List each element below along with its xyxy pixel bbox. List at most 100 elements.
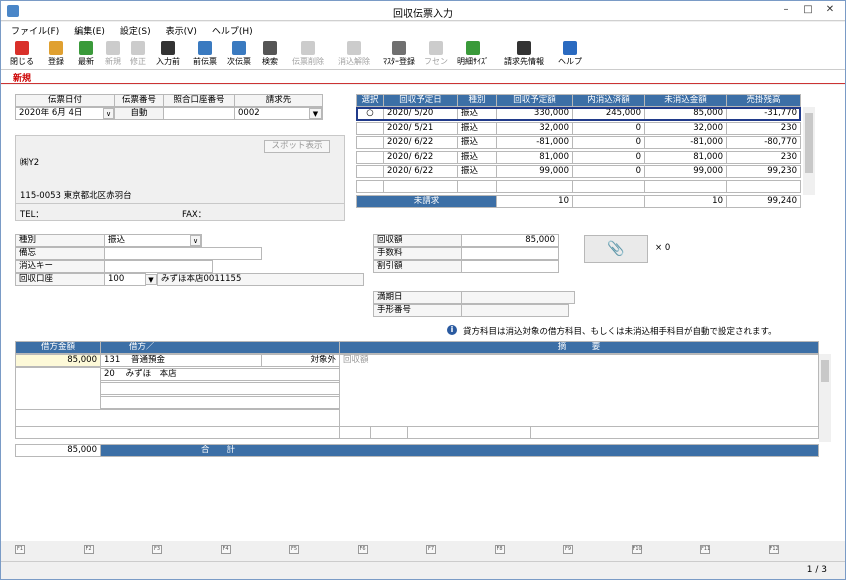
grid-cell[interactable]: 230: [726, 150, 801, 164]
journal-amount-input[interactable]: 85,000: [15, 354, 101, 367]
toolbar-button-4[interactable]: 修正: [127, 40, 149, 68]
toolbar-button-11[interactable]: ﾏｽﾀｰ登録: [377, 40, 421, 68]
fkey-f5[interactable]: F5: [289, 545, 299, 554]
journal-row-3[interactable]: [100, 382, 340, 395]
grid-cell[interactable]: 32,000: [496, 121, 573, 135]
grid-cell[interactable]: 245,000: [572, 107, 645, 120]
close-window-icon[interactable]: ✕: [823, 4, 837, 16]
menu-help[interactable]: ヘルプ(H): [202, 22, 258, 37]
journal-scrollbar[interactable]: [819, 354, 831, 442]
toolbar-button-3[interactable]: 新規: [102, 40, 124, 68]
grid-cell[interactable]: 振込: [457, 165, 497, 178]
grid-scrollbar[interactable]: [803, 107, 815, 195]
journal-debit-code[interactable]: 131 普通預金: [100, 354, 262, 367]
fkey-f8[interactable]: F8: [494, 545, 505, 554]
toolbar-button-1[interactable]: 登録: [43, 40, 69, 68]
maximize-icon[interactable]: □: [801, 4, 815, 16]
fkey-f9[interactable]: F9: [563, 545, 573, 554]
journal-summary-input[interactable]: 回収額: [339, 354, 819, 427]
account-code-input[interactable]: 100: [104, 273, 146, 286]
grid-cell[interactable]: 0: [572, 150, 645, 164]
toolbar-button-12[interactable]: フセン: [423, 40, 449, 68]
grid-cell[interactable]: 85,000: [644, 107, 727, 120]
grid-cell[interactable]: 32,000: [644, 121, 727, 135]
grid-cell[interactable]: 振込: [457, 150, 497, 164]
menu-file[interactable]: ファイル(F): [1, 22, 64, 37]
toolbar-button-10[interactable]: 消込解除: [334, 40, 374, 68]
grid-cell[interactable]: 330,000: [496, 107, 573, 120]
fkey-f3[interactable]: F3: [152, 545, 162, 554]
grid-cell[interactable]: 0: [572, 165, 645, 178]
grid-cell[interactable]: 230: [726, 121, 801, 135]
journal-subaccount[interactable]: 20 みずほ 本店: [100, 368, 340, 381]
fkey-f11[interactable]: F11: [700, 545, 710, 554]
account-no-input[interactable]: [163, 107, 235, 120]
account-lookup-icon[interactable]: ▼: [145, 274, 157, 285]
minimize-icon[interactable]: –: [779, 4, 793, 16]
menu-view[interactable]: 表示(V): [156, 22, 202, 37]
spot-display-button[interactable]: スポット表示: [264, 140, 330, 153]
grid-cell[interactable]: 2020/ 6/22: [383, 150, 458, 164]
menu-edit[interactable]: 編集(E): [64, 22, 110, 37]
toolbar-button-9[interactable]: 伝票削除: [287, 40, 329, 68]
grid-cell[interactable]: 2020/ 5/21: [383, 121, 458, 135]
grid-cell[interactable]: 81,000: [496, 150, 573, 164]
date-input[interactable]: 2020年 6月 4日: [15, 107, 115, 120]
note-no-input[interactable]: [461, 304, 569, 317]
fkey-f2[interactable]: F2: [83, 545, 94, 554]
toolbar-button-5[interactable]: 入力前: [152, 40, 184, 68]
toolbar-button-6[interactable]: 前伝票: [189, 40, 221, 68]
grid-cell[interactable]: 振込: [457, 107, 497, 120]
grid-cell[interactable]: -80,770: [726, 136, 801, 149]
toolbar-button-0[interactable]: 閉じる: [7, 40, 37, 68]
type-select[interactable]: 振込: [104, 234, 202, 247]
type-dropdown-icon[interactable]: ∨: [190, 235, 201, 246]
grid-cell[interactable]: 0: [572, 136, 645, 149]
grid-cell[interactable]: 99,230: [726, 165, 801, 178]
grid-empty-cell[interactable]: [457, 179, 497, 193]
grid-empty-cell[interactable]: [644, 179, 727, 193]
memo-input[interactable]: [104, 247, 262, 260]
grid-cell[interactable]: 振込: [457, 136, 497, 149]
grid-cell[interactable]: [356, 150, 384, 164]
grid-empty-cell[interactable]: [356, 179, 384, 193]
toolbar-button-8[interactable]: 検索: [258, 40, 282, 68]
grid-empty-cell[interactable]: [726, 179, 801, 193]
collect-amount[interactable]: 85,000: [461, 234, 559, 247]
fkey-f12[interactable]: F12: [768, 545, 779, 554]
date-dropdown-icon[interactable]: ∨: [103, 108, 114, 119]
grid-cell[interactable]: [356, 165, 384, 178]
grid-cell[interactable]: 0: [572, 121, 645, 135]
grid-cell[interactable]: 2020/ 6/22: [383, 165, 458, 178]
toolbar-button-7[interactable]: 次伝票: [223, 40, 255, 68]
grid-cell[interactable]: [356, 121, 384, 135]
fkey-f4[interactable]: F4: [220, 545, 231, 554]
grid-empty-cell[interactable]: [496, 179, 573, 193]
fkey-f1[interactable]: F1: [15, 545, 25, 554]
toolbar-button-14[interactable]: 請求先情報: [499, 40, 549, 68]
fkey-f10[interactable]: F10: [631, 545, 642, 554]
grid-empty-cell[interactable]: [383, 179, 458, 193]
grid-cell[interactable]: 2020/ 5/20: [383, 107, 458, 120]
grid-cell[interactable]: -81,000: [644, 136, 727, 149]
menu-settings[interactable]: 設定(S): [110, 22, 156, 37]
discount-input[interactable]: [461, 260, 559, 273]
grid-cell[interactable]: [356, 136, 384, 149]
tab-new[interactable]: 新規: [13, 71, 31, 84]
grid-cell[interactable]: -31,770: [726, 107, 801, 120]
fkey-f6[interactable]: F6: [357, 545, 368, 554]
grid-cell[interactable]: ○: [356, 107, 384, 120]
maturity-date-input[interactable]: [461, 291, 575, 304]
toolbar-button-2[interactable]: 最新: [73, 40, 99, 68]
grid-cell[interactable]: 2020/ 6/22: [383, 136, 458, 149]
fkey-f7[interactable]: F7: [426, 545, 436, 554]
attachment-button[interactable]: 📎: [584, 235, 648, 263]
fee-input[interactable]: [461, 247, 559, 260]
grid-cell[interactable]: 81,000: [644, 150, 727, 164]
grid-cell[interactable]: -81,000: [496, 136, 573, 149]
key-input[interactable]: [104, 260, 213, 273]
grid-empty-cell[interactable]: [572, 179, 645, 193]
grid-cell[interactable]: 99,000: [496, 165, 573, 178]
customer-lookup-icon[interactable]: ▼: [309, 108, 322, 119]
toolbar-button-13[interactable]: 明細ｻｲｽﾞ: [452, 40, 494, 68]
